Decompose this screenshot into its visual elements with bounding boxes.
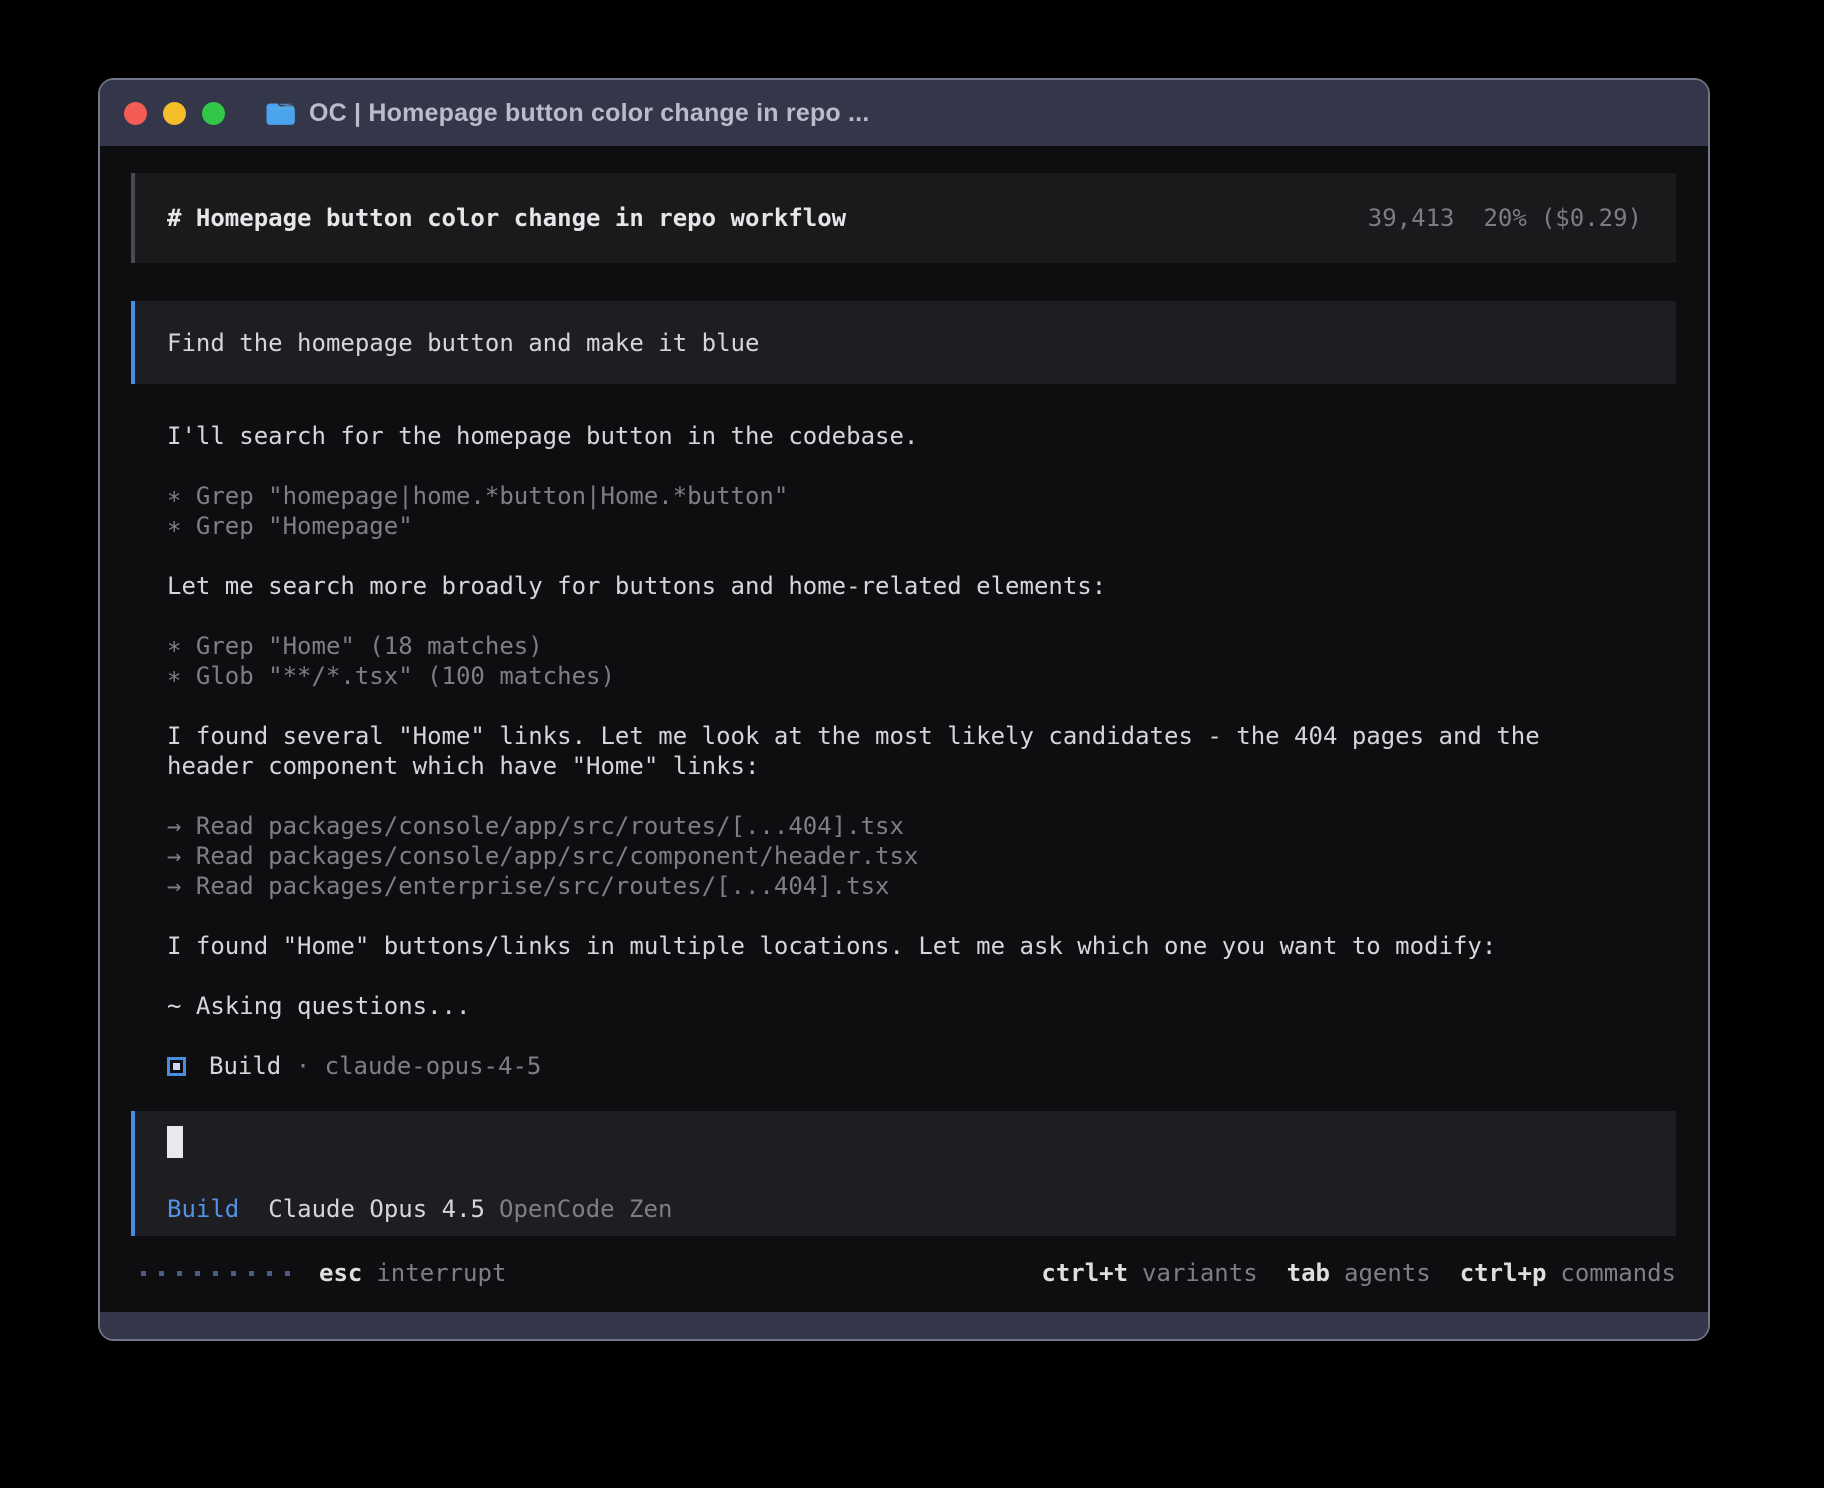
hint-key-esc: esc <box>319 1258 362 1288</box>
session-stats: 39,413 20% ($0.29) <box>1368 203 1642 233</box>
tool-call-read: → Read packages/console/app/src/routes/[… <box>167 811 1676 841</box>
user-message-block: Find the homepage button and make it blu… <box>131 301 1676 384</box>
hint-agents: tab agents <box>1287 1258 1431 1288</box>
input-provider: OpenCode Zen <box>499 1194 672 1224</box>
input-model[interactable]: Claude Opus 4.5 <box>268 1194 485 1224</box>
agent-name: Build <box>209 1051 281 1081</box>
hint-commands: ctrl+p commands <box>1460 1258 1676 1288</box>
tool-call-grep: ∗ Grep "homepage|home.*button|Home.*butt… <box>167 481 1676 511</box>
footer-right: ctrl+t variants tab agents ctrl+p commands <box>1041 1258 1676 1288</box>
traffic-lights <box>124 102 241 125</box>
context-percent: 20% <box>1483 204 1526 232</box>
window-title: OC | Homepage button color change in rep… <box>309 99 869 128</box>
input-mode-build[interactable]: Build <box>167 1194 239 1224</box>
titlebar[interactable]: OC | Homepage button color change in rep… <box>100 80 1708 146</box>
activity-dots <box>141 1271 303 1276</box>
hint-label-commands: commands <box>1560 1258 1676 1288</box>
desktop: OC | Homepage button color change in rep… <box>0 0 1824 1488</box>
tool-call-grep: ∗ Grep "Home" (18 matches) <box>167 631 1676 661</box>
hint-variants: ctrl+t variants <box>1041 1258 1257 1288</box>
tool-call-read: → Read packages/enterprise/src/routes/[.… <box>167 871 1676 901</box>
session-cost: ($0.29) <box>1541 204 1642 232</box>
agent-separator: · <box>281 1051 324 1081</box>
hint-label-interrupt: interrupt <box>376 1258 506 1288</box>
tool-call-grep: ∗ Grep "Homepage" <box>167 511 1676 541</box>
hint-key-ctrl-p: ctrl+p <box>1460 1258 1547 1288</box>
terminal-window: OC | Homepage button color change in rep… <box>98 78 1710 1341</box>
folder-icon <box>265 101 296 126</box>
footer-left: esc interrupt <box>141 1258 506 1288</box>
transcript: I'll search for the homepage button in t… <box>167 421 1676 1081</box>
session-title: # Homepage button color change in repo w… <box>167 203 846 233</box>
hint-key-tab: tab <box>1287 1258 1330 1288</box>
session-header: # Homepage button color change in repo w… <box>131 173 1676 263</box>
assistant-text: Let me search more broadly for buttons a… <box>167 571 1676 601</box>
terminal-content: # Homepage button color change in repo w… <box>100 146 1708 1312</box>
build-agent-icon <box>167 1057 186 1076</box>
hint-label-agents: agents <box>1344 1258 1431 1288</box>
user-message-text: Find the homepage button and make it blu… <box>167 328 759 358</box>
minimize-button[interactable] <box>163 102 186 125</box>
tool-call-read: → Read packages/console/app/src/componen… <box>167 841 1676 871</box>
hint-label-variants: variants <box>1142 1258 1258 1288</box>
token-count: 39,413 <box>1368 204 1455 232</box>
prompt-input[interactable]: Build Claude Opus 4.5 OpenCode Zen <box>131 1111 1676 1236</box>
window-bottom-bar <box>100 1312 1708 1339</box>
status-footer: esc interrupt ctrl+t variants tab agents c… <box>131 1258 1676 1288</box>
agent-model: claude-opus-4-5 <box>325 1051 542 1081</box>
fullscreen-button[interactable] <box>202 102 225 125</box>
input-status-line: Build Claude Opus 4.5 OpenCode Zen <box>167 1194 1644 1224</box>
close-button[interactable] <box>124 102 147 125</box>
tool-call-glob: ∗ Glob "**/*.tsx" (100 matches) <box>167 661 1676 691</box>
assistant-text: I found "Home" buttons/links in multiple… <box>167 931 1676 961</box>
assistant-text: I'll search for the homepage button in t… <box>167 421 1676 451</box>
status-asking-questions: ~ Asking questions... <box>167 991 1676 1021</box>
agent-status-row: Build · claude-opus-4-5 <box>167 1051 1676 1081</box>
assistant-text: I found several "Home" links. Let me loo… <box>167 721 1597 781</box>
hint-key-ctrl-t: ctrl+t <box>1041 1258 1128 1288</box>
text-cursor <box>167 1126 183 1158</box>
